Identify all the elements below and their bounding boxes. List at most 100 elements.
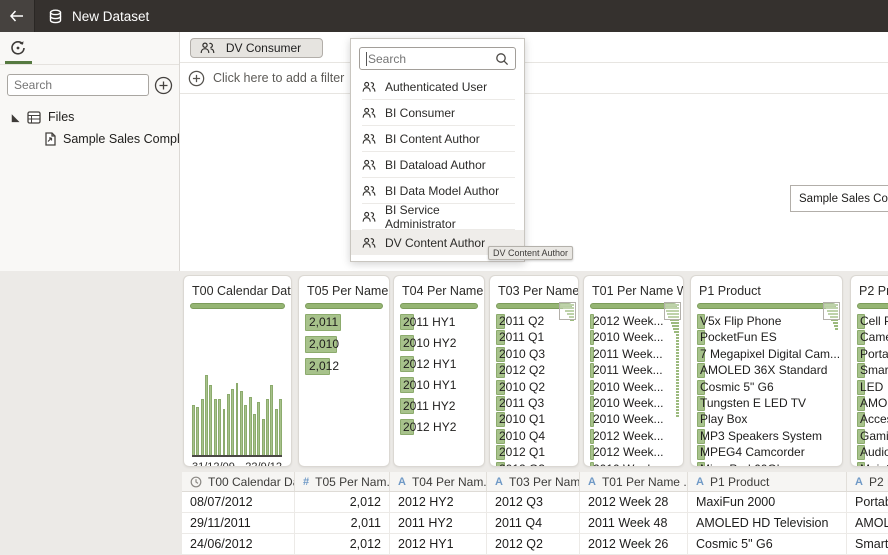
- add-filter-plus-icon: [188, 70, 205, 87]
- value-label: Gamin: [857, 429, 888, 443]
- column-header[interactable]: AT01 Per Name ...: [580, 472, 688, 491]
- value-item: PocketFun ES: [697, 330, 838, 345]
- column-header[interactable]: AP1 Product: [688, 472, 847, 491]
- column-title: T04 Per Name ...: [394, 276, 484, 303]
- value-label: 2010 Q2: [496, 380, 545, 394]
- distribution-bar: [676, 409, 679, 411]
- value-item: Audio: [857, 445, 888, 460]
- role-option[interactable]: BI Service Administrator: [351, 204, 524, 229]
- histogram-bar: [201, 399, 204, 455]
- histogram-bar: [209, 385, 212, 455]
- value-label: 2011 HY2: [400, 399, 455, 413]
- value-item: 2010 Week...: [590, 462, 679, 467]
- column-header[interactable]: AP2 P: [847, 472, 888, 491]
- value-item: 2012 Week...: [590, 429, 679, 444]
- role-option[interactable]: BI Data Model Author: [351, 178, 524, 203]
- add-filter-label: Click here to add a filter: [213, 71, 344, 85]
- histogram-bar: [266, 399, 269, 455]
- value-label: MP3 Speakers System: [697, 429, 822, 443]
- value-item: 7 Megapixel Digital Cam...: [697, 347, 838, 362]
- profile-card[interactable]: P1 ProductV5x Flip PhonePocketFun ES7 Me…: [690, 275, 843, 467]
- role-option[interactable]: BI Consumer: [351, 100, 524, 125]
- value-label: Audio: [857, 445, 888, 459]
- dataset-name-box[interactable]: Sample Sales Comple: [790, 185, 888, 212]
- profile-card[interactable]: T03 Per Name Qtr2011 Q22011 Q12010 Q3201…: [489, 275, 579, 467]
- value-label: V5x Flip Phone: [697, 314, 781, 328]
- people-icon: [362, 133, 376, 145]
- add-filter-row[interactable]: Click here to add a filter: [180, 63, 888, 94]
- value-item: 2012 Week...: [590, 445, 679, 460]
- column-header-label: T03 Per Nam...: [509, 475, 580, 489]
- tree-node-dataset-file[interactable]: Sample Sales Complete...: [0, 130, 179, 148]
- distribution-bar: [676, 334, 679, 336]
- role-option[interactable]: BI Content Author: [351, 126, 524, 151]
- sidebar-search-row: [0, 65, 179, 98]
- value-item: 2012 HY2: [400, 419, 480, 435]
- value-item: 2012 Q3: [496, 462, 574, 467]
- role-filter-chip[interactable]: DV Consumer: [190, 38, 323, 58]
- tree-node-files[interactable]: Files: [0, 108, 179, 126]
- distribution-bar: [833, 322, 838, 324]
- value-item: 2010 HY1: [400, 377, 480, 393]
- role-option[interactable]: BI Dataload Author: [351, 152, 524, 177]
- distribution-bar: [676, 346, 679, 348]
- value-label: 2010 Week...: [590, 396, 664, 410]
- value-label: 2011 Q2: [496, 314, 544, 328]
- value-item: Came: [857, 330, 888, 345]
- value-item: 2012 Q1: [496, 445, 574, 460]
- expand-triangle-icon[interactable]: [9, 112, 20, 123]
- column-header[interactable]: #T05 Per Nam...: [295, 472, 390, 491]
- sidebar-search-box[interactable]: [7, 74, 149, 96]
- back-button[interactable]: [0, 0, 35, 32]
- value-label: 2012 Week...: [590, 429, 664, 443]
- histogram-axis-labels: 31/12/0922/9/12: [192, 461, 282, 467]
- table-cell: MaxiFun 2000: [688, 492, 847, 512]
- value-item: Smart: [857, 363, 888, 378]
- column-profile: Cell PhCamePortabSmartLEDAMOLAccesGaminA…: [851, 309, 888, 467]
- distribution-bar: [676, 412, 679, 414]
- value-label: AMOL: [857, 396, 888, 410]
- text-type-icon: A: [495, 476, 503, 488]
- histogram-bar: [214, 399, 217, 455]
- sidebar-tabstrip: [0, 32, 179, 65]
- dropdown-search-input[interactable]: [366, 52, 491, 66]
- profile-card[interactable]: P2 PrCell PhCamePortabSmartLEDAMOLAccesG…: [850, 275, 888, 467]
- table-cell: 2012 HY1: [390, 534, 487, 554]
- text-type-icon: A: [855, 476, 863, 488]
- histogram-bar: [205, 375, 208, 455]
- histogram-bar: [240, 391, 243, 455]
- connections-tab-icon[interactable]: [10, 40, 26, 61]
- profile-card[interactable]: T05 Per Name Y...2,0112,0102,012: [298, 275, 390, 467]
- profile-card[interactable]: T00 Calendar Date31/12/0922/9/12: [183, 275, 292, 467]
- value-item: 2011 Q3: [496, 396, 574, 411]
- histogram-bar: [275, 409, 278, 455]
- value-label: 2012 HY2: [400, 420, 456, 434]
- value-label: 2,012: [305, 359, 339, 373]
- column-header[interactable]: AT04 Per Nam...: [390, 472, 487, 491]
- value-label: AMOLED 36X Standard: [697, 363, 827, 377]
- column-title: T01 Per Name Week: [584, 276, 683, 303]
- value-item: Tungsten E LED TV: [697, 396, 838, 411]
- table-row[interactable]: 08/07/20122,0122012 HY22012 Q32012 Week …: [182, 492, 888, 513]
- column-header[interactable]: A T03 Per Nam...: [487, 472, 580, 491]
- sidebar-search-input[interactable]: [14, 78, 142, 92]
- histogram-bar: [257, 402, 260, 455]
- profile-card[interactable]: T01 Per Name Week 2012 Week... 2010 Week..…: [583, 275, 684, 467]
- column-header[interactable]: T00 Calendar Date: [182, 472, 295, 491]
- histogram-bar: [227, 394, 230, 455]
- value-item: 2010 Q4: [496, 429, 574, 444]
- add-connection-button[interactable]: [154, 76, 173, 95]
- role-tooltip: DV Content Author: [488, 246, 573, 260]
- value-label: Came: [857, 330, 888, 344]
- people-icon: [362, 211, 376, 223]
- dataset-name-label: Sample Sales Comple: [799, 193, 888, 205]
- profile-card[interactable]: T04 Per Name ...2011 HY12010 HY22012 HY1…: [393, 275, 485, 467]
- role-option[interactable]: Authenticated User: [351, 74, 524, 99]
- distribution-bar: [676, 343, 679, 345]
- distribution-bar: [834, 325, 838, 327]
- value-item: MicroPod 60Gb: [697, 462, 838, 467]
- table-row[interactable]: 24/06/20122,0122012 HY12012 Q22012 Week …: [182, 534, 888, 555]
- dropdown-search-box[interactable]: [359, 47, 516, 70]
- value-bar-item: 2,011: [305, 314, 385, 331]
- table-row[interactable]: 29/11/20112,0112011 HY22011 Q42011 Week …: [182, 513, 888, 534]
